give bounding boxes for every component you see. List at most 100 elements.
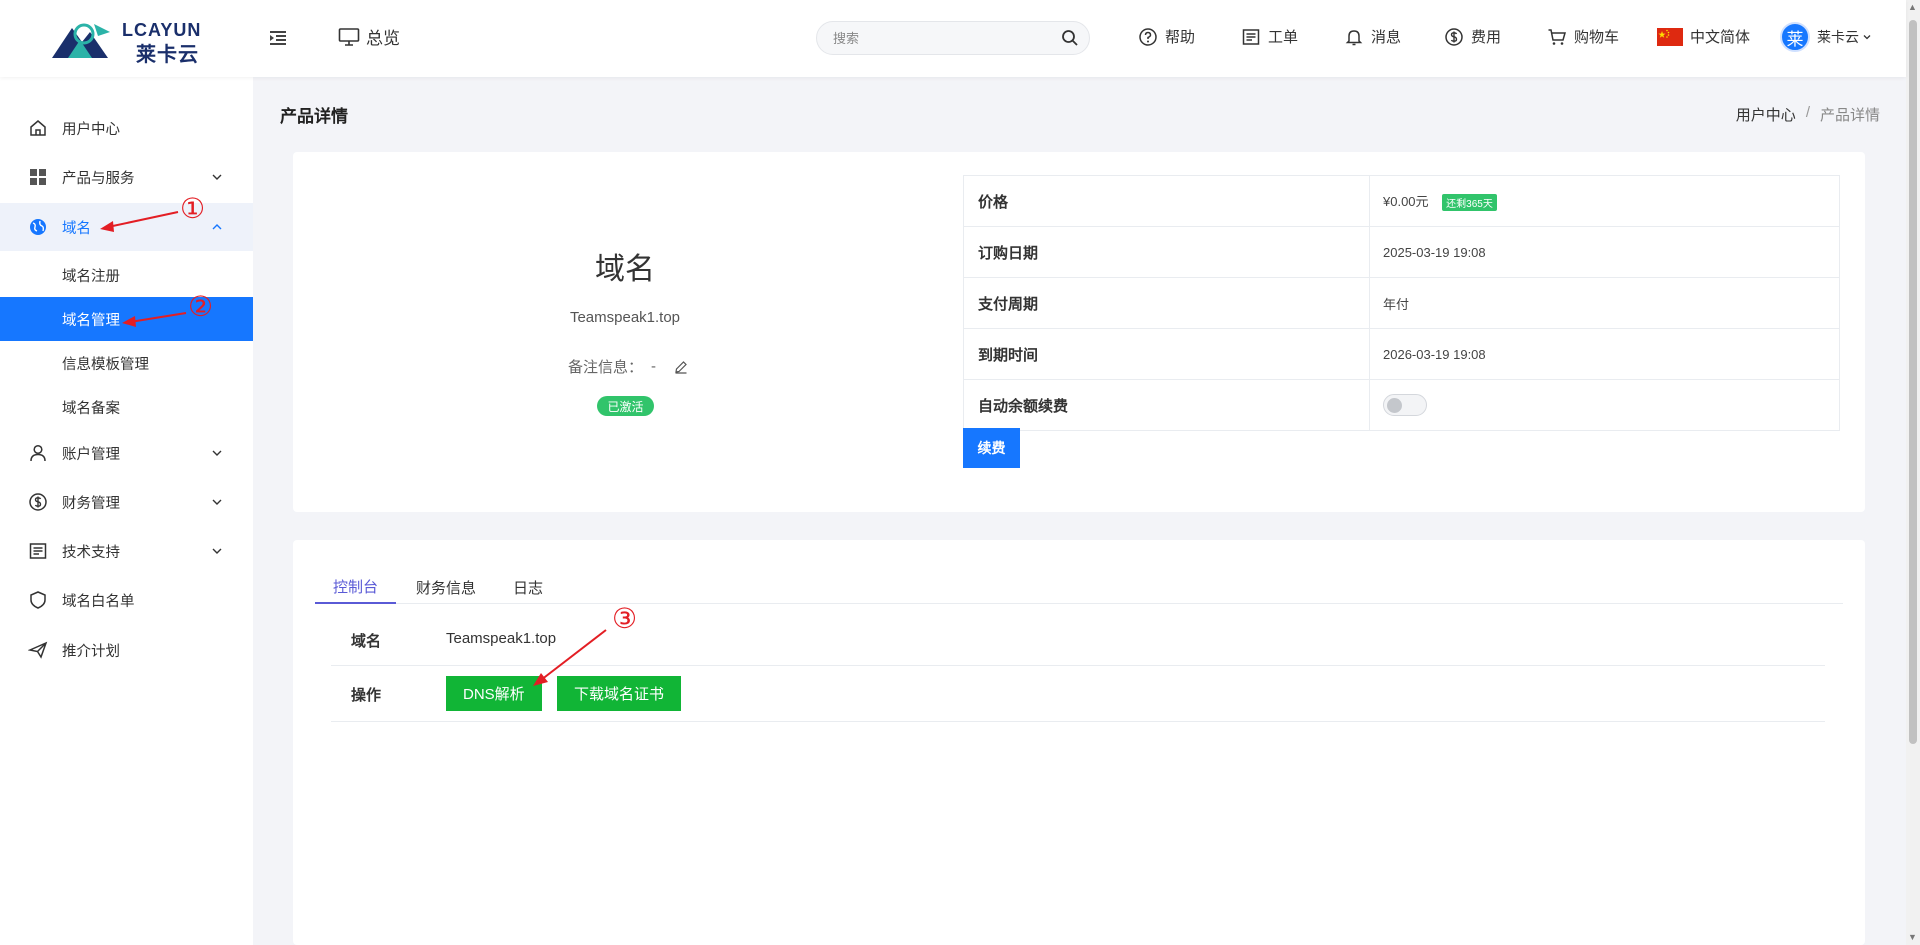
logo-mark-icon: [52, 23, 110, 58]
chevron-down-icon: [212, 548, 222, 554]
sidebar-sub-info-template[interactable]: 信息模板管理: [0, 341, 253, 385]
page-title: 产品详情: [280, 107, 348, 126]
console-action-label: 操作: [351, 687, 382, 704]
sidebar-item-label: 账户管理: [62, 446, 120, 463]
annotation-marker: ③: [612, 602, 638, 635]
logo[interactable]: LCAYUN 莱卡云: [50, 18, 210, 66]
sidebar-sub-domain-register[interactable]: 域名注册: [0, 253, 253, 297]
sidebar-item-label: 域名白名单: [62, 593, 135, 610]
sidebar-sub-label: 域名管理: [62, 312, 120, 329]
sidebar-item-domain-whitelist[interactable]: 域名白名单: [0, 576, 253, 624]
toggle-knob: [1387, 398, 1402, 413]
product-domain: Teamspeak1.top: [569, 309, 681, 326]
breadcrumb-current: 产品详情: [1819, 107, 1880, 124]
console-domain-label: 域名: [351, 633, 382, 650]
product-note: 备注信息： -: [568, 356, 688, 377]
breadcrumb-user-center[interactable]: 用户中心: [1736, 104, 1796, 125]
table-row: 自动余额续费: [963, 379, 1840, 431]
scrollbar-thumb[interactable]: [1909, 20, 1917, 744]
sidebar-sub-label: 域名备案: [62, 400, 120, 417]
document-icon: [28, 541, 48, 561]
breadcrumb: 用户中心 / 产品详情: [1736, 104, 1880, 125]
billing-cycle-label: 支付周期: [963, 277, 1370, 329]
search-icon[interactable]: [1061, 29, 1079, 47]
sidebar-item-support[interactable]: 技术支持: [0, 527, 253, 575]
menu-toggle-icon[interactable]: [268, 28, 288, 48]
top-header: LCAYUN 莱卡云 总览 帮助: [0, 0, 1906, 77]
download-cert-button[interactable]: 下载域名证书: [557, 676, 682, 711]
tab-log[interactable]: 日志: [495, 570, 561, 604]
note-label: 备注信息：: [568, 359, 644, 376]
cost-label: 费用: [1471, 29, 1502, 46]
sidebar-sub-label: 信息模板管理: [62, 356, 149, 373]
annotation-marker: ②: [188, 290, 214, 323]
edit-icon[interactable]: [674, 360, 688, 374]
avatar: 莱: [1780, 22, 1810, 52]
note-value: -: [651, 358, 657, 375]
cart-link[interactable]: 购物车: [1547, 26, 1619, 47]
help-icon: [1139, 27, 1157, 46]
console-action-row: 操作 DNS解析 下载域名证书: [331, 666, 1825, 722]
message-link[interactable]: 消息: [1344, 26, 1401, 47]
chevron-up-icon: [212, 224, 222, 230]
table-row: 支付周期 年付: [963, 277, 1840, 329]
price-value: ¥0.00元: [1383, 193, 1429, 209]
page-scrollbar[interactable]: ▲ ▼: [1906, 0, 1920, 945]
scroll-down-icon[interactable]: ▼: [1908, 932, 1917, 942]
renew-button[interactable]: 续费: [963, 428, 1020, 468]
chevron-down-icon: [212, 499, 222, 505]
user-menu[interactable]: 莱 莱卡云: [1780, 22, 1872, 52]
price-value-cell: ¥0.00元 还剩365天: [1369, 175, 1840, 227]
price-label: 价格: [963, 175, 1370, 227]
user-icon: [28, 443, 48, 463]
sidebar-item-referral[interactable]: 推介计划: [0, 626, 253, 674]
console-card: 控制台 财务信息 日志 域名 Teamspeak1.top 操作 DNS解析 下…: [293, 540, 1865, 945]
sidebar-item-finance[interactable]: 财务管理: [0, 478, 253, 526]
sidebar-item-account[interactable]: 账户管理: [0, 429, 253, 477]
dns-resolve-button[interactable]: DNS解析: [446, 676, 542, 711]
table-row: 到期时间 2026-03-19 19:08: [963, 328, 1840, 380]
product-info-table: 价格 ¥0.00元 还剩365天 订购日期 2025-03-19 19:08 支…: [963, 175, 1840, 431]
auto-renew-toggle[interactable]: [1383, 394, 1427, 416]
billing-cycle-value: 年付: [1369, 277, 1840, 329]
shield-icon: [28, 590, 48, 610]
sidebar: 用户中心 产品与服务 域名 域名注册 域名管理 信息模板管理 域名备案 账户管理: [0, 77, 253, 945]
table-row: 订购日期 2025-03-19 19:08: [963, 226, 1840, 278]
auto-renew-cell: [1369, 379, 1840, 431]
user-name: 莱卡云: [1817, 29, 1859, 45]
annotation-marker: ①: [180, 192, 206, 225]
chevron-down-icon: [212, 174, 222, 180]
search-input[interactable]: [817, 22, 1037, 54]
ticket-link[interactable]: 工单: [1241, 26, 1298, 47]
sidebar-item-domain[interactable]: 域名: [0, 203, 253, 251]
logo-text-cn: 莱卡云: [136, 44, 199, 66]
cost-link[interactable]: 费用: [1444, 26, 1501, 47]
scroll-up-icon[interactable]: ▲: [1908, 2, 1917, 12]
tab-console[interactable]: 控制台: [315, 570, 397, 604]
sidebar-sub-domain-icp[interactable]: 域名备案: [0, 385, 253, 429]
sidebar-item-user-center[interactable]: 用户中心: [0, 104, 253, 152]
ticket-icon: [1242, 28, 1260, 45]
product-detail-card: 域名 Teamspeak1.top 备注信息： - 已激活 价格 ¥0.00元 …: [293, 152, 1865, 512]
monitor-icon: [338, 27, 360, 46]
cart-icon: [1548, 28, 1566, 45]
sidebar-item-products[interactable]: 产品与服务: [0, 153, 253, 201]
sidebar-item-label: 推介计划: [62, 643, 120, 660]
sidebar-item-label: 财务管理: [62, 495, 120, 512]
console-domain-row: 域名 Teamspeak1.top: [331, 614, 1825, 666]
message-label: 消息: [1371, 29, 1402, 46]
order-date-value: 2025-03-19 19:08: [1369, 226, 1840, 278]
sidebar-sub-domain-manage[interactable]: 域名管理: [0, 297, 253, 341]
expire-date-value: 2026-03-19 19:08: [1369, 328, 1840, 380]
language-selector[interactable]: 中文简体: [1657, 26, 1750, 47]
auto-renew-label: 自动余额续费: [963, 379, 1370, 431]
help-link[interactable]: 帮助: [1138, 26, 1195, 47]
sidebar-sub-label: 域名注册: [62, 268, 120, 285]
overview-label: 总览: [366, 29, 400, 48]
status-badge: 已激活: [597, 396, 654, 416]
overview-link[interactable]: 总览: [338, 24, 400, 49]
console-domain-value: Teamspeak1.top: [446, 630, 557, 647]
tab-finance-info[interactable]: 财务信息: [398, 570, 494, 604]
sidebar-item-label: 域名: [62, 220, 91, 237]
china-flag-icon: [1657, 27, 1683, 46]
